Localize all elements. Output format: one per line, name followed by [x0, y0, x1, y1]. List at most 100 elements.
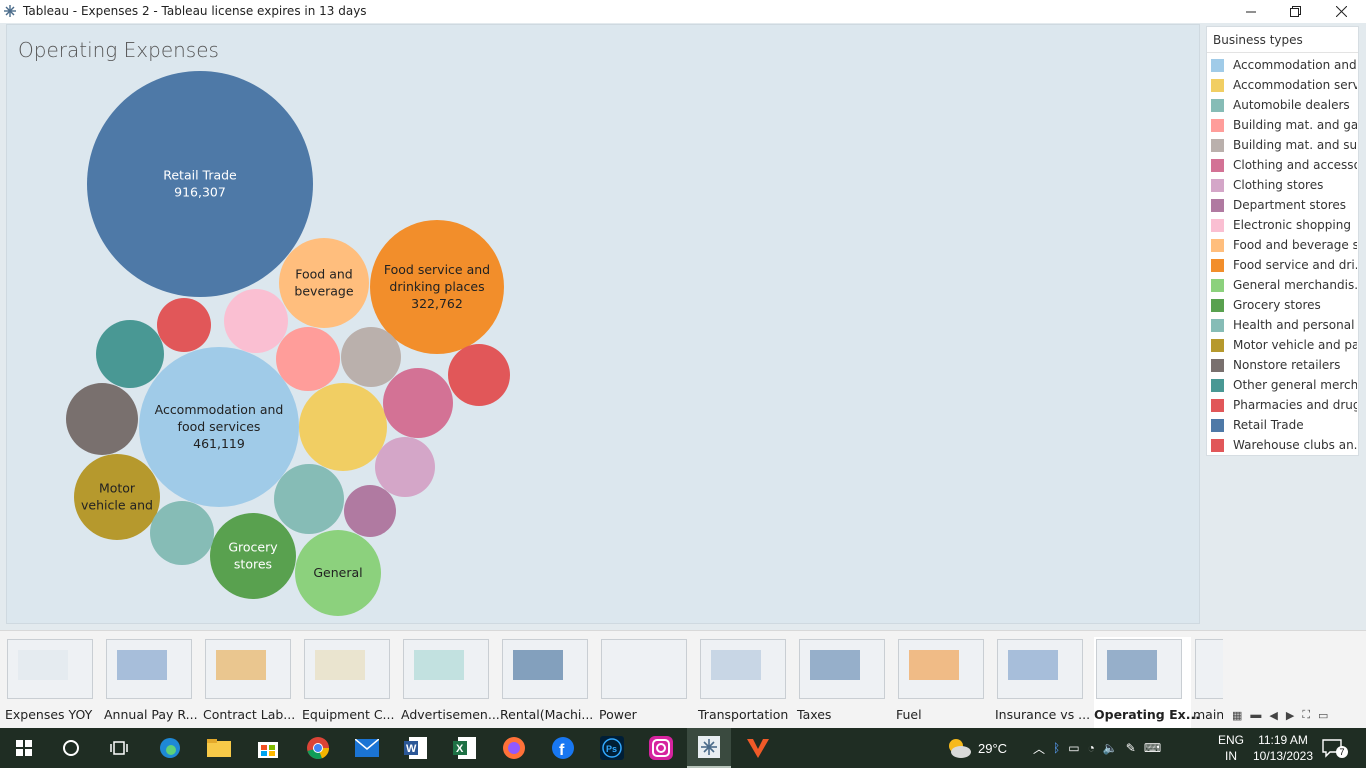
minimize-button[interactable] — [1228, 0, 1274, 23]
legend-item[interactable]: Motor vehicle and pa.. — [1207, 335, 1358, 355]
bubble-chart[interactable]: Retail Trade 916,307 Accommodation and food… — [7, 25, 1201, 625]
bubble-automobile-dealers[interactable] — [150, 501, 214, 565]
sheet-tab[interactable]: Annual Pay R... — [104, 637, 201, 729]
legend-item[interactable]: Food service and dri.. — [1207, 255, 1358, 275]
svg-text:W: W — [406, 743, 417, 755]
bubble-warehouse-clubs[interactable] — [448, 344, 510, 406]
next-tab-icon[interactable]: ▶ — [1286, 709, 1294, 722]
word-app[interactable]: W — [394, 728, 438, 768]
present-icon[interactable]: ▭ — [1318, 709, 1328, 722]
store-app[interactable] — [246, 728, 290, 768]
bubble-clothing-and-accessories[interactable] — [383, 368, 453, 438]
legend-item[interactable]: Building mat. and su.. — [1207, 135, 1358, 155]
sheet-tab-label: Operating Ex... — [1094, 707, 1200, 722]
mail-app[interactable] — [345, 728, 389, 768]
legend-item[interactable]: Grocery stores — [1207, 295, 1358, 315]
legend-item[interactable]: Clothing stores — [1207, 175, 1358, 195]
sheet-tab[interactable]: Expenses YOY — [5, 637, 102, 729]
bubble-nonstore-retailers[interactable] — [66, 383, 138, 455]
chevron-up-icon[interactable]: ︿ — [1033, 740, 1045, 757]
bubble-label: drinking places — [389, 279, 484, 294]
sheet-tab[interactable]: Rental(Machi... — [500, 637, 597, 729]
pen-icon[interactable]: ✎ — [1126, 741, 1136, 755]
sheet-tab[interactable]: Fuel — [896, 637, 993, 729]
sheet-tab[interactable]: main — [1193, 637, 1223, 729]
chrome-icon — [307, 737, 330, 760]
svg-text:f: f — [559, 742, 565, 759]
start-button[interactable] — [2, 728, 46, 768]
tab-view-icon[interactable]: ▬ — [1250, 709, 1261, 721]
sheet-thumbnail — [1195, 639, 1223, 699]
facebook-app[interactable]: f — [541, 728, 585, 768]
legend-item[interactable]: Accommodation serv.. — [1207, 75, 1358, 95]
legend-item[interactable]: Building mat. and ga.. — [1207, 115, 1358, 135]
sheet-tab[interactable]: Insurance vs ... — [995, 637, 1092, 729]
sheet-tab-label: Fuel — [896, 707, 922, 722]
legend-item[interactable]: Retail Trade — [1207, 415, 1358, 435]
vectorizer-app[interactable] — [736, 728, 780, 768]
edge-icon — [160, 738, 180, 758]
restore-button[interactable] — [1272, 0, 1318, 23]
bubble-building-mat-and-garden[interactable] — [276, 327, 340, 391]
file-explorer-app[interactable] — [197, 728, 241, 768]
bubble-accommodation-services[interactable] — [299, 383, 387, 471]
bubble-electronic-shopping[interactable] — [224, 289, 288, 353]
bubble-department-stores[interactable] — [344, 485, 396, 537]
sheet-thumbnail — [205, 639, 291, 699]
legend-item[interactable]: Department stores — [1207, 195, 1358, 215]
color-legend[interactable]: Business types Accommodation and .. Accom… — [1206, 26, 1359, 456]
close-button[interactable] — [1318, 0, 1364, 23]
sheet-tab[interactable]: Contract Lab... — [203, 637, 300, 729]
bubble-clothing-stores[interactable] — [375, 437, 435, 497]
sheet-tab[interactable]: Advertisemen... — [401, 637, 500, 729]
bubble-pharmacies-and-drug[interactable] — [157, 298, 211, 352]
bubble-chart-view[interactable]: Operating Expenses Retail Trade 916,307 Ac… — [6, 24, 1200, 624]
chrome-app[interactable] — [296, 728, 340, 768]
legend-label: Clothing and accesso.. — [1233, 158, 1357, 172]
volume-icon[interactable]: 🔈 — [1103, 741, 1118, 755]
search-button[interactable] — [49, 728, 93, 768]
film-strip-icon[interactable]: ▦ — [1232, 709, 1242, 722]
bluetooth-icon[interactable]: ᛒ — [1053, 741, 1060, 755]
legend-swatch — [1211, 258, 1224, 272]
bubble-other-general-merchandise[interactable] — [96, 320, 164, 388]
prev-tab-icon[interactable]: ◀ — [1269, 709, 1277, 722]
sheet-tab[interactable]: Transportation — [698, 637, 795, 729]
sheet-tab[interactable]: Taxes — [797, 637, 894, 729]
legend-item[interactable]: Food and beverage s.. — [1207, 235, 1358, 255]
sheet-tab[interactable]: Equipment C... — [302, 637, 399, 729]
wifi-icon[interactable]: ◔ — [1088, 741, 1095, 755]
edge-app[interactable] — [148, 728, 192, 768]
legend-item[interactable]: Warehouse clubs an.. — [1207, 435, 1358, 455]
weather-widget[interactable]: 29°C — [946, 728, 1007, 768]
language-indicator[interactable]: ENG IN — [1218, 728, 1244, 768]
legend-item[interactable]: Nonstore retailers — [1207, 355, 1358, 375]
legend-swatch — [1211, 318, 1224, 332]
notification-center-button[interactable]: 7 — [1322, 728, 1356, 768]
firefox-app[interactable] — [492, 728, 536, 768]
instagram-app[interactable] — [639, 728, 683, 768]
sheet-tab-label: Insurance vs ... — [995, 707, 1091, 722]
photoshop-app[interactable]: Ps — [590, 728, 634, 768]
battery-icon[interactable]: ▭ — [1068, 741, 1079, 755]
legend-item[interactable]: Automobile dealers — [1207, 95, 1358, 115]
bubble-building-mat-and-supplies[interactable] — [341, 327, 401, 387]
fit-icon[interactable]: ⛶ — [1302, 709, 1310, 722]
legend-item[interactable]: Accommodation and .. — [1207, 55, 1358, 75]
legend-item[interactable]: Clothing and accesso.. — [1207, 155, 1358, 175]
legend-item[interactable]: Other general merch.. — [1207, 375, 1358, 395]
sheet-thumbnail — [700, 639, 786, 699]
bubble-label: 461,119 — [193, 436, 245, 451]
legend-item[interactable]: Pharmacies and drug.. — [1207, 395, 1358, 415]
sheet-tab[interactable]: Power — [599, 637, 696, 729]
clock[interactable]: 11:19 AM 10/13/2023 — [1252, 728, 1314, 768]
tableau-app[interactable] — [687, 728, 731, 768]
excel-app[interactable]: X — [443, 728, 487, 768]
legend-item[interactable]: Health and personal .. — [1207, 315, 1358, 335]
legend-item[interactable]: Electronic shopping — [1207, 215, 1358, 235]
legend-item[interactable]: General merchandis.. — [1207, 275, 1358, 295]
task-view-button[interactable] — [97, 728, 141, 768]
keyboard-icon[interactable]: ⌨ — [1144, 741, 1161, 755]
sheet-tab[interactable]: Operating Ex... — [1094, 637, 1200, 729]
bubble-health-and-personal[interactable] — [274, 464, 344, 534]
